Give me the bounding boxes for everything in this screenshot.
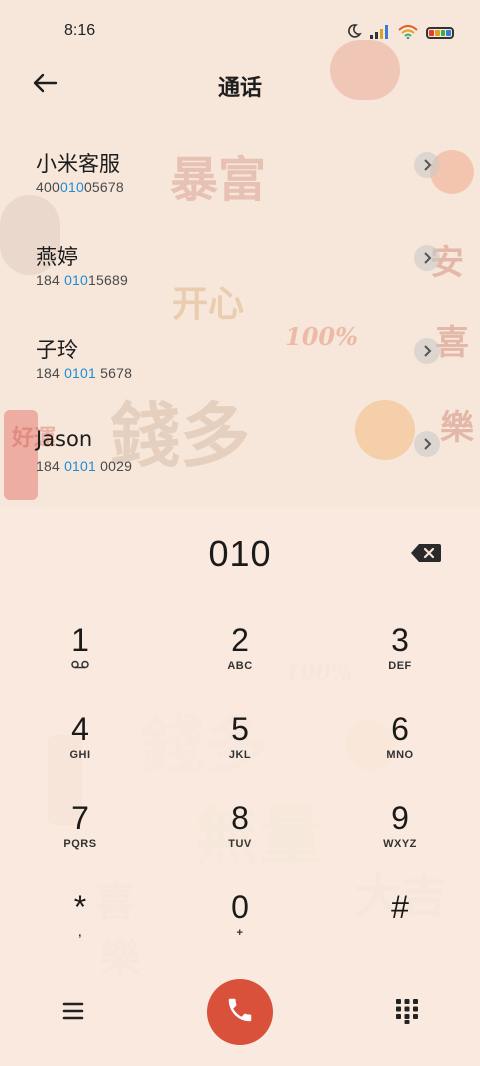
status-bar: 8:16 <box>0 0 480 60</box>
moon-icon <box>346 23 362 43</box>
key-9[interactable]: 9 WXYZ <box>350 798 450 878</box>
key-star[interactable]: *, <box>30 887 130 967</box>
backspace-icon[interactable] <box>410 542 442 564</box>
hamburger-menu-icon[interactable] <box>60 1000 86 1022</box>
bottom-bar <box>0 978 480 1048</box>
dialpad-icon[interactable] <box>394 997 420 1025</box>
contact-name: 子玲 <box>36 338 78 362</box>
key-2[interactable]: 2 ABC <box>190 620 290 700</box>
key-1[interactable]: 1 <box>30 620 130 700</box>
voicemail-icon <box>30 660 130 672</box>
status-time: 8:16 <box>64 22 96 39</box>
chevron-right-icon[interactable] <box>414 152 440 178</box>
page-title: 通话 <box>217 76 262 101</box>
chevron-right-icon[interactable] <box>414 245 440 271</box>
key-4[interactable]: 4 GHI <box>30 709 130 789</box>
dialed-number: 010 <box>208 533 272 574</box>
list-item[interactable]: 子玲 184 0101 5678 <box>0 326 480 419</box>
key-0[interactable]: 0 + <box>190 887 290 967</box>
call-button[interactable] <box>207 979 273 1045</box>
chevron-right-icon[interactable] <box>414 338 440 364</box>
header: 通话 <box>0 62 480 106</box>
contact-number: 184 0101 5678 <box>36 365 133 381</box>
contact-name: 燕婷 <box>36 245 78 269</box>
contact-number: 184 0101 0029 <box>36 458 133 474</box>
contact-name: 小米客服 <box>36 152 120 176</box>
key-5[interactable]: 5 JKL <box>190 709 290 789</box>
key-3[interactable]: 3 DEF <box>350 620 450 700</box>
contact-number: 40001005678 <box>36 179 124 195</box>
key-7[interactable]: 7 PQRS <box>30 798 130 878</box>
list-item[interactable]: Jason 184 0101 0029 <box>0 419 480 512</box>
key-8[interactable]: 8 TUV <box>190 798 290 878</box>
chevron-right-icon[interactable] <box>414 431 440 457</box>
contact-number: 184 01015689 <box>36 272 128 288</box>
contact-list: 小米客服 40001005678 燕婷 184 01015689 子玲 184 … <box>0 140 480 512</box>
key-hash[interactable]: # <box>350 887 450 967</box>
contact-name: Jason <box>36 427 93 451</box>
key-6[interactable]: 6 MNO <box>350 709 450 789</box>
list-item[interactable]: 燕婷 184 01015689 <box>0 233 480 326</box>
status-icons <box>346 23 454 43</box>
dialer-panel: 010 1 2ABC 3DEF 4GHI 5JKL 6MNO 7PQ <box>0 508 480 1066</box>
phone-icon <box>225 995 255 1029</box>
battery-icon <box>426 27 454 39</box>
wifi-icon <box>398 24 418 43</box>
list-item[interactable]: 小米客服 40001005678 <box>0 140 480 233</box>
signal-icon <box>370 24 390 43</box>
